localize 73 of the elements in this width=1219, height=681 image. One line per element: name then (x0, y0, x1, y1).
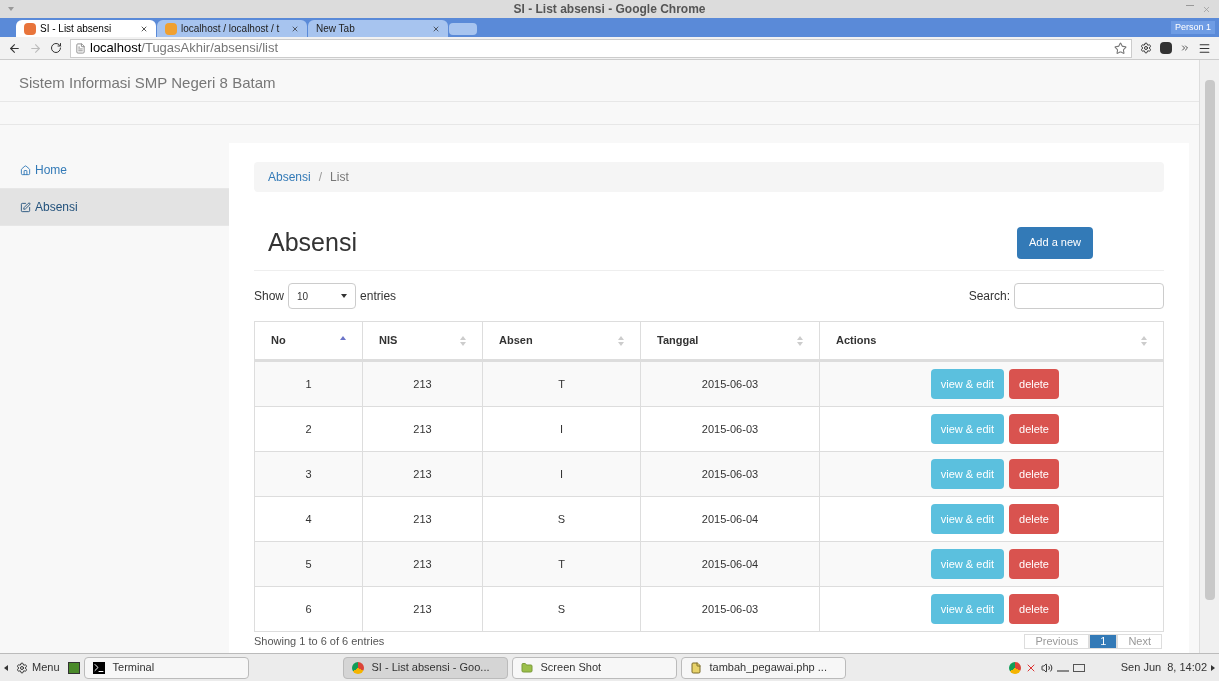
delete-button[interactable]: delete (1009, 369, 1059, 399)
column-header[interactable]: Absen (483, 322, 641, 359)
column-header[interactable]: Tanggal (641, 322, 820, 359)
address-field[interactable]: localhost/TugasAkhir/absensi/list (70, 38, 1132, 58)
page-heading: Absensi (268, 226, 357, 258)
menu-button[interactable]: Menu (12, 659, 64, 676)
delete-button[interactable]: delete (1009, 459, 1059, 489)
battery-icon[interactable] (1072, 663, 1085, 672)
close-tab-icon[interactable] (140, 24, 148, 33)
taskbar-item[interactable]: Screen Shot (511, 656, 677, 679)
gear-icon (16, 661, 28, 674)
scroll-left-icon (4, 664, 8, 671)
sidebar-item[interactable]: Absensi (0, 189, 229, 226)
url-text: localhost/TugasAkhir/absensi/list (90, 39, 279, 58)
pagination-button[interactable]: Previous (1024, 633, 1090, 649)
column-header[interactable]: No (255, 322, 363, 359)
delete-button[interactable]: delete (1009, 504, 1059, 534)
tab-title: localhost / localhost / t (181, 22, 281, 36)
table-cell: 213 (363, 587, 483, 631)
table-info: Showing 1 to 6 of 6 entries (254, 633, 385, 649)
entries-select[interactable]: 10 (288, 283, 357, 309)
table-cell: 6 (255, 587, 363, 631)
bookmark-star-icon[interactable] (1114, 41, 1127, 55)
tab-title: New Tab (316, 22, 356, 36)
table-cell: S (483, 587, 641, 631)
window-title: SI - List absensi - Google Chrome (512, 1, 707, 18)
entries-label: entries (360, 288, 397, 305)
breadcrumb-item: List (330, 169, 349, 186)
taskbar-item[interactable]: Terminal (83, 656, 249, 679)
column-header[interactable]: NIS (363, 322, 483, 359)
terminal-icon (92, 661, 105, 674)
site-favicon-icon (24, 22, 36, 35)
chrome-icon (351, 661, 364, 674)
navbar-brand[interactable]: Sistem Informasi SMP Negeri 8 Batam (19, 71, 276, 94)
search-label: Search: (968, 288, 1010, 305)
dropdown-caret-icon (341, 294, 348, 298)
delete-button[interactable]: delete (1009, 414, 1059, 444)
back-icon[interactable] (8, 41, 21, 55)
close-tab-icon[interactable] (291, 24, 299, 33)
taskbar-item[interactable]: SI - List absensi - Goo... (342, 656, 508, 679)
window-menu-icon (8, 7, 14, 11)
browser-tab[interactable]: SI - List absensi (16, 20, 156, 37)
page-icon (75, 42, 86, 54)
delete-button[interactable]: delete (1009, 594, 1059, 624)
reload-icon[interactable] (50, 42, 62, 54)
browser-tab[interactable]: New Tab (308, 20, 448, 37)
column-header[interactable]: Actions (820, 322, 1163, 359)
breadcrumb-separator: / (318, 169, 323, 186)
add-new-button[interactable]: Add a new (1017, 226, 1093, 259)
edit-icon (20, 201, 31, 213)
tab-title: SI - List absensi (40, 22, 113, 36)
volume-icon[interactable] (1040, 661, 1053, 674)
pagination-button[interactable]: Next (1117, 633, 1162, 649)
scrollbar[interactable] (1199, 60, 1219, 653)
taskbar-item[interactable]: tambah_pegawai.php ... (680, 656, 846, 679)
search-field[interactable] (1014, 283, 1164, 309)
folder-icon (520, 661, 533, 674)
file-icon (689, 661, 702, 674)
show-label: Show (254, 288, 285, 305)
delete-button[interactable]: delete (1009, 549, 1059, 579)
browser-tab[interactable]: localhost / localhost / t (157, 20, 307, 37)
home-icon (20, 164, 31, 176)
close-tab-icon[interactable] (432, 24, 440, 33)
menu-icon[interactable] (1198, 41, 1211, 55)
chrome-tray-icon[interactable] (1008, 661, 1021, 674)
scroll-right-icon (1211, 664, 1215, 671)
pagination-button[interactable]: 1 (1089, 633, 1118, 649)
clock[interactable]: Sen Jun 8, 14:02 (1120, 659, 1207, 676)
profile-button[interactable]: Person 1 (1170, 20, 1215, 34)
breadcrumb-item[interactable]: Absensi (268, 168, 311, 186)
minimize-icon[interactable] (1186, 4, 1194, 6)
more-extensions-icon[interactable] (1180, 43, 1190, 53)
table-cell: 2015-06-03 (641, 587, 820, 631)
